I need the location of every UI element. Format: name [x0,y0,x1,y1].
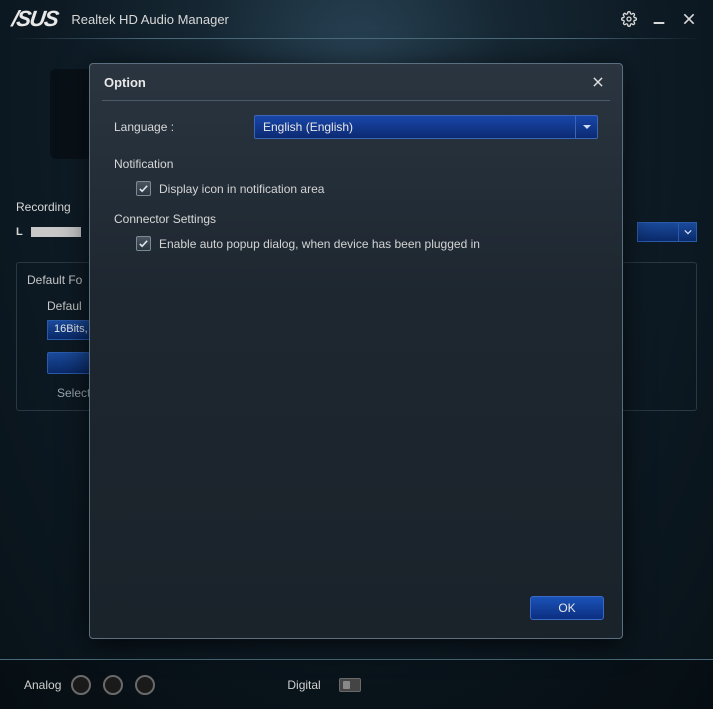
connector-section-label: Connector Settings [114,212,598,226]
notify-icon-checkbox[interactable] [136,181,151,196]
digital-jack[interactable] [339,678,361,692]
settings-button[interactable] [617,7,641,31]
bottom-connector-bar: Analog Digital [0,659,713,709]
format-value-field[interactable]: 16Bits, [47,320,92,340]
channel-l-label: L [16,226,23,238]
analog-label: Analog [24,678,61,692]
close-icon [591,75,605,89]
bg-dropdown[interactable] [637,222,697,242]
connector-popup-checkbox[interactable] [136,236,151,251]
language-label: Language : [114,120,254,134]
asus-logo: /SUS [10,6,59,32]
notify-icon-label: Display icon in notification area [159,182,324,196]
analog-jack-2[interactable] [103,675,123,695]
ok-button[interactable]: OK [530,596,604,620]
analog-jack-1[interactable] [71,675,91,695]
checkmark-icon [138,238,149,249]
chevron-down-icon [678,223,696,241]
language-row: Language : English (English) [114,115,598,139]
connector-popup-label: Enable auto popup dialog, when device ha… [159,237,480,251]
level-meter-l [31,227,81,237]
language-dropdown[interactable]: English (English) [254,115,598,139]
app-title: Realtek HD Audio Manager [71,12,611,27]
dialog-footer: OK [90,584,622,638]
analog-jack-3[interactable] [135,675,155,695]
chevron-down-icon [575,116,597,138]
notify-icon-row: Display icon in notification area [136,181,598,196]
notification-section-label: Notification [114,157,598,171]
checkmark-icon [138,183,149,194]
dialog-close-button[interactable] [588,72,608,92]
dialog-header: Option [90,64,622,100]
connector-popup-row: Enable auto popup dialog, when device ha… [136,236,598,251]
titlebar: /SUS Realtek HD Audio Manager [0,0,713,38]
language-dropdown-value: English (English) [263,120,353,134]
gear-icon [621,11,637,27]
minimize-button[interactable] [647,7,671,31]
close-button[interactable] [677,7,701,31]
main-window: /SUS Realtek HD Audio Manager Recording … [0,0,713,709]
close-icon [681,11,697,27]
dialog-body: Language : English (English) Notificatio… [90,101,622,584]
digital-label: Digital [287,678,320,692]
dialog-title: Option [104,75,588,90]
option-dialog: Option Language : English (English) Noti… [89,63,623,639]
minimize-icon [651,11,667,27]
